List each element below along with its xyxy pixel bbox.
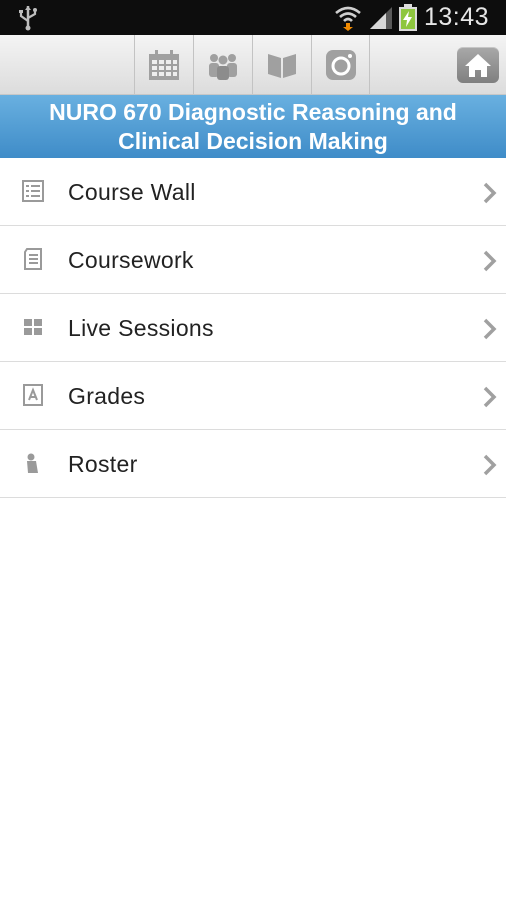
book-icon [268, 53, 296, 78]
chevron-right-icon [483, 250, 497, 272]
menu-item-label: Roster [68, 451, 138, 477]
grade-icon [23, 384, 43, 406]
calendar-button[interactable] [134, 35, 193, 94]
menu-item-course-wall[interactable]: Course Wall [0, 158, 506, 226]
chevron-right-icon [483, 386, 497, 408]
menu-item-grades[interactable]: Grades [0, 362, 506, 430]
home-button[interactable] [457, 47, 499, 83]
menu-item-label: Live Sessions [68, 315, 214, 341]
status-bar: 13:43 [0, 0, 506, 35]
menu-item-label: Course Wall [68, 179, 196, 205]
camera-icon [325, 49, 356, 80]
chevron-right-icon [483, 182, 497, 204]
menu-item-roster[interactable]: Roster [0, 430, 506, 498]
document-icon [24, 248, 42, 270]
menu-item-label: Coursework [68, 247, 194, 273]
person-icon [27, 453, 38, 473]
usb-icon [19, 6, 37, 31]
people-button[interactable] [193, 35, 252, 94]
list-icon [22, 180, 44, 202]
wifi-icon [335, 6, 361, 31]
course-title-banner: NURO 670 Diagnostic Reasoning and Clinic… [0, 95, 506, 158]
toolbar [0, 35, 506, 95]
status-clock: 13:43 [424, 3, 490, 31]
battery-charging-icon [399, 4, 417, 31]
camera-button[interactable] [311, 35, 370, 94]
grid-icon [24, 319, 42, 335]
course-menu: Course Wall Coursework Live Sessions Gra… [0, 158, 506, 498]
home-icon [465, 54, 491, 77]
signal-icon [370, 7, 392, 29]
course-title: NURO 670 Diagnostic Reasoning and Clinic… [49, 98, 457, 154]
book-button[interactable] [252, 35, 311, 94]
calendar-icon [149, 49, 179, 80]
chevron-right-icon [483, 318, 497, 340]
chevron-right-icon [483, 454, 497, 476]
menu-item-label: Grades [68, 383, 146, 409]
people-icon [209, 53, 237, 80]
menu-item-live-sessions[interactable]: Live Sessions [0, 294, 506, 362]
menu-item-coursework[interactable]: Coursework [0, 226, 506, 294]
